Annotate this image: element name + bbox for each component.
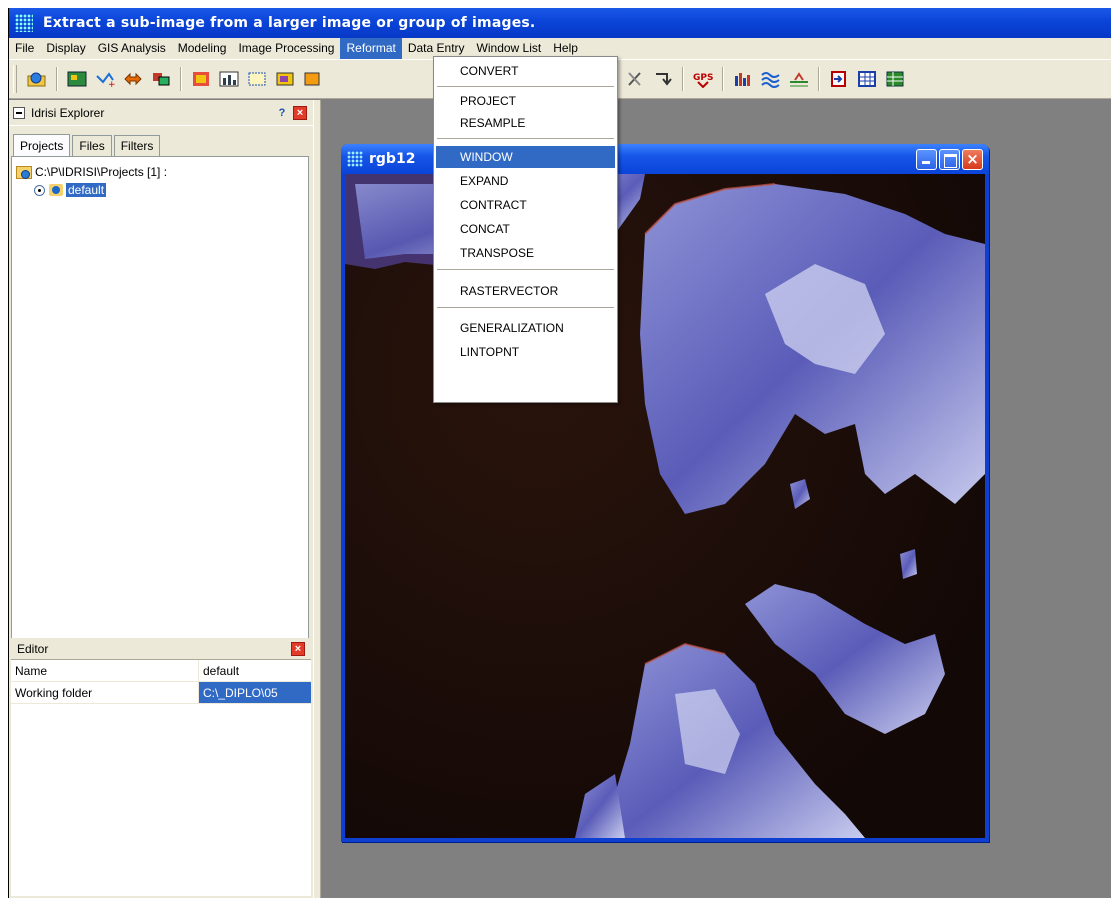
- editor-value[interactable]: C:\_DIPLO\05: [199, 682, 311, 703]
- toolbar-separator: [682, 67, 684, 91]
- menu-item-concat[interactable]: CONCAT: [436, 218, 615, 240]
- menu-item-transpose[interactable]: TRANSPOSE: [436, 242, 615, 264]
- editor-value[interactable]: default: [199, 660, 311, 681]
- menu-item-lintopnt[interactable]: LINTOPNT: [436, 341, 615, 363]
- help-icon[interactable]: ?: [275, 106, 289, 120]
- menu-item-resample[interactable]: RESAMPLE: [436, 112, 615, 134]
- tree-root[interactable]: C:\P\IDRISI\Projects [1] :: [16, 163, 167, 181]
- gps-icon[interactable]: GPS: [692, 68, 714, 90]
- editor-key: Name: [11, 660, 199, 681]
- close-icon[interactable]: ×: [962, 148, 983, 170]
- toolbar-separator: [722, 67, 724, 91]
- display-icon[interactable]: [66, 68, 88, 90]
- panel-splitter[interactable]: [313, 100, 321, 898]
- menu-display[interactable]: Display: [40, 38, 91, 59]
- menu-modeling[interactable]: Modeling: [172, 38, 233, 59]
- import-icon[interactable]: [828, 68, 850, 90]
- tree-item-default-label: default: [66, 183, 107, 197]
- window-icon[interactable]: [246, 68, 268, 90]
- tab-files[interactable]: Files: [72, 135, 112, 156]
- reformat-dropdown-menu: CONVERT PROJECT RESAMPLE WINDOW EXPAND C…: [433, 56, 618, 403]
- terrain-icon[interactable]: [788, 68, 810, 90]
- idrisi-app-icon: [15, 14, 33, 32]
- bar-chart-icon[interactable]: [732, 68, 754, 90]
- arrows-icon[interactable]: [122, 68, 144, 90]
- project-tree: C:\P\IDRISI\Projects [1] : default: [11, 156, 309, 686]
- collapse-icon[interactable]: [13, 106, 25, 119]
- menu-separator: [437, 138, 614, 139]
- editor-title: Editor: [17, 641, 49, 656]
- svg-text:+: +: [108, 80, 115, 88]
- arrow-down-icon[interactable]: [652, 68, 674, 90]
- menu-item-generalization[interactable]: GENERALIZATION: [436, 317, 615, 339]
- waves-icon[interactable]: [760, 68, 782, 90]
- menu-item-expand[interactable]: EXPAND: [436, 170, 615, 192]
- editor-grid: Name default Working folder C:\_DIPLO\05: [11, 660, 311, 896]
- menu-image-processing[interactable]: Image Processing: [232, 38, 340, 59]
- explorer-title: Idrisi Explorer: [31, 105, 105, 120]
- image-window-icon: [347, 151, 363, 167]
- toolbar-separator: [818, 67, 820, 91]
- project-icon: [49, 184, 63, 196]
- menu-separator: [437, 269, 614, 270]
- menu-item-convert[interactable]: CONVERT: [436, 60, 615, 82]
- map-icon[interactable]: [274, 68, 296, 90]
- editor-row: Name default: [11, 660, 311, 682]
- menu-gis-analysis[interactable]: GIS Analysis: [92, 38, 172, 59]
- tab-projects[interactable]: Projects: [13, 134, 71, 157]
- toolbar-grip[interactable]: [13, 65, 17, 93]
- explorer-tabs: Projects Files Filters: [9, 132, 313, 157]
- tools-icon[interactable]: [624, 68, 646, 90]
- idrisi-explorer-panel: Idrisi Explorer ? × Projects Files Filte…: [9, 100, 313, 898]
- window-title: Extract a sub-image from a larger image …: [43, 15, 536, 31]
- editor-panel: Editor × Name default Working folder C:\…: [11, 638, 311, 898]
- editor-close-icon[interactable]: ×: [291, 641, 305, 656]
- project-icon[interactable]: [26, 68, 48, 90]
- app-window: Extract a sub-image from a larger image …: [8, 8, 1111, 898]
- menu-file[interactable]: File: [9, 38, 40, 59]
- grid-icon[interactable]: [302, 68, 324, 90]
- svg-text:GPS: GPS: [693, 73, 713, 83]
- menu-item-window[interactable]: WINDOW: [436, 146, 615, 168]
- menu-separator: [437, 86, 614, 87]
- menu-item-rastervector[interactable]: RASTERVECTOR: [436, 280, 615, 302]
- tree-item-default[interactable]: default: [34, 181, 107, 199]
- table-icon[interactable]: [856, 68, 878, 90]
- table2-icon[interactable]: [884, 68, 906, 90]
- projects-folder-icon: [16, 165, 32, 179]
- tab-filters[interactable]: Filters: [113, 135, 161, 156]
- histogram-icon[interactable]: [218, 68, 240, 90]
- explorer-header: Idrisi Explorer ? ×: [9, 100, 313, 126]
- editor-header: Editor ×: [11, 638, 311, 660]
- toolbar-separator: [56, 67, 58, 91]
- editor-row: Working folder C:\_DIPLO\05: [11, 682, 311, 704]
- minimize-icon[interactable]: [916, 148, 937, 170]
- explorer-close-icon[interactable]: ×: [293, 105, 307, 120]
- maximize-icon[interactable]: [939, 148, 960, 170]
- tree-root-label: C:\P\IDRISI\Projects [1] :: [35, 165, 168, 179]
- editor-key: Working folder: [11, 682, 199, 703]
- layers-icon[interactable]: [150, 68, 172, 90]
- menu-reformat[interactable]: Reformat: [340, 38, 402, 59]
- menu-item-contract[interactable]: CONTRACT: [436, 194, 615, 216]
- menu-item-project[interactable]: PROJECT: [436, 90, 615, 112]
- project-radio[interactable]: [34, 184, 45, 196]
- title-bar: Extract a sub-image from a larger image …: [9, 8, 1111, 38]
- menu-separator: [437, 307, 614, 308]
- toolbar-separator: [180, 67, 182, 91]
- composite-icon[interactable]: [190, 68, 212, 90]
- vector-icon[interactable]: +: [94, 68, 116, 90]
